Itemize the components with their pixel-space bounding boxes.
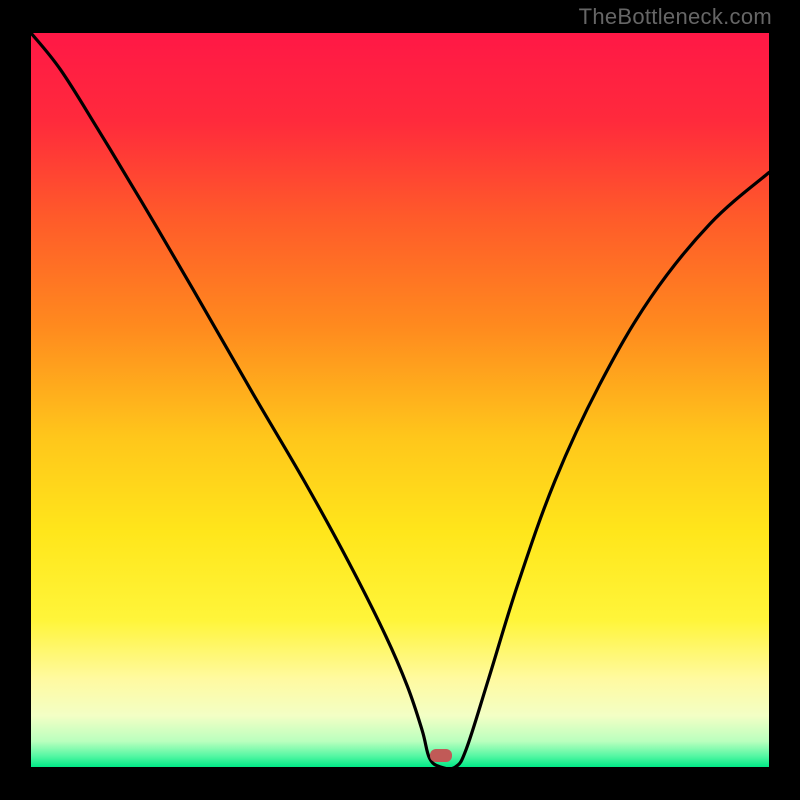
bottleneck-curve bbox=[31, 33, 769, 767]
optimum-marker bbox=[430, 749, 452, 762]
plot-area bbox=[31, 33, 769, 767]
watermark-text: TheBottleneck.com bbox=[579, 4, 772, 30]
